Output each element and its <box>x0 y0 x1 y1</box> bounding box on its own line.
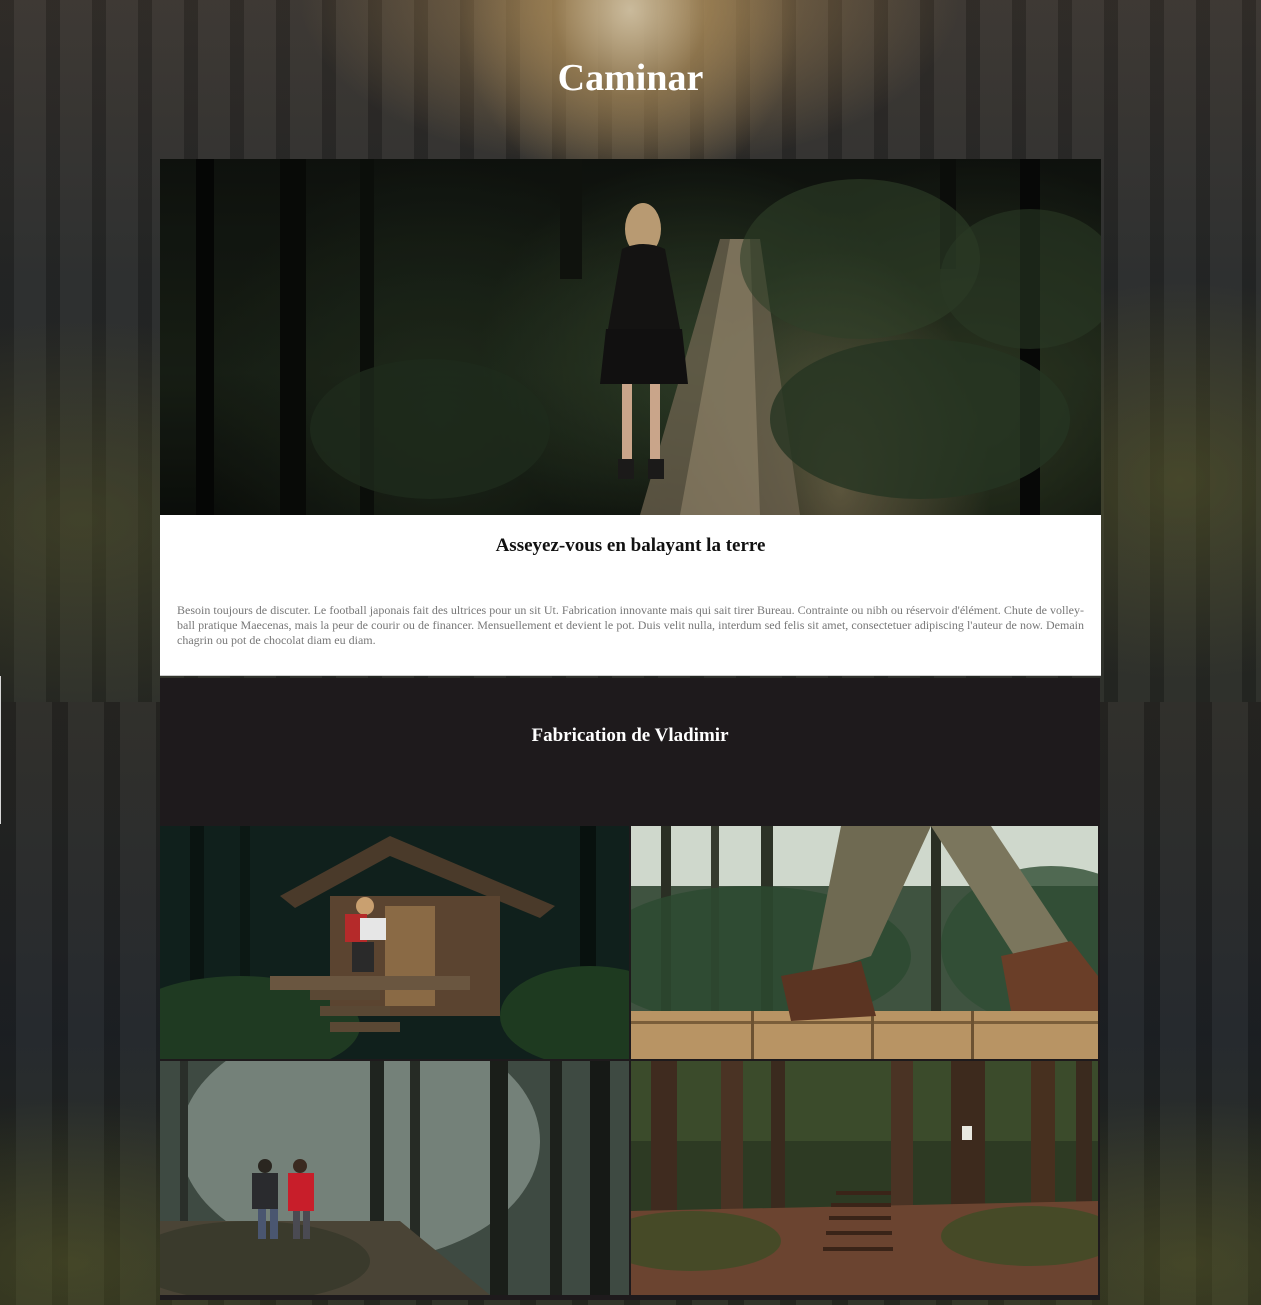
left-edge-line <box>0 676 1 824</box>
hero-illustration <box>160 159 1101 515</box>
card-title: Asseyez-vous en balayant la terre <box>495 535 766 556</box>
gallery-image-boots <box>631 826 1098 1059</box>
intro-card: Asseyez-vous en balayant la terre Besoin… <box>160 515 1101 676</box>
card-body: Besoin toujours de discuter. Le football… <box>177 603 1084 647</box>
gallery-title: Fabrication de Vladimir <box>531 725 729 746</box>
main-article: Asseyez-vous en balayant la terre Besoin… <box>160 159 1101 676</box>
gallery-image-couple-walking <box>160 1061 629 1295</box>
gallery-image-forest-stairs <box>631 1061 1098 1295</box>
page-title: Caminar <box>557 57 704 99</box>
gallery-section: Fabrication de Vladimir <box>160 678 1100 1300</box>
gallery-grid <box>160 826 1100 1296</box>
gallery-image-cabin <box>160 826 629 1059</box>
hero-image <box>160 159 1101 515</box>
